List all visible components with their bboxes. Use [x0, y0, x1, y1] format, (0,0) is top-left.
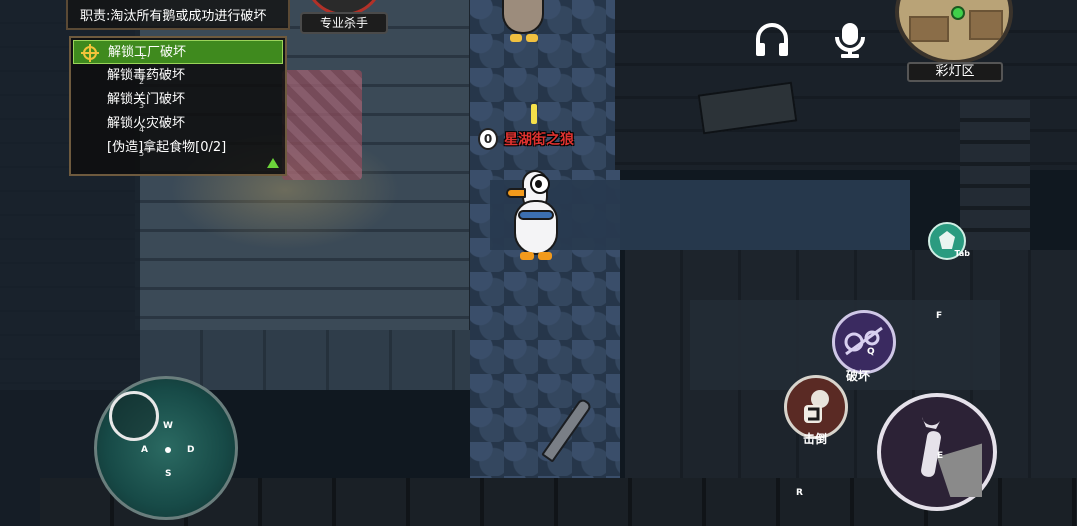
task-item[interactable]: [伪造]拿起食物[0/2] 5 — [73, 136, 283, 160]
target-icon — [81, 44, 99, 62]
role-duty-text: 职责:淘汰所有鹅或成功进行破坏 — [80, 8, 267, 24]
goose-foot — [520, 252, 534, 260]
tab-key-hint: Tab — [954, 249, 970, 258]
other-goose[interactable] — [498, 0, 548, 46]
sabotage-key-hint: Q — [867, 347, 875, 357]
other-goose-foot — [510, 34, 522, 42]
other-goose-foot — [526, 34, 538, 42]
task-label: 解锁毒药破坏 — [107, 68, 186, 83]
joystick-thumb[interactable] — [109, 391, 159, 441]
task-item[interactable]: 解锁工厂破坏 1 — [73, 40, 283, 64]
other-goose-body — [502, 0, 544, 34]
joystick-center-dot — [165, 447, 171, 453]
task-item[interactable]: 解锁火灾破坏 4 — [73, 112, 283, 136]
movement-joystick[interactable]: W A D S — [94, 376, 238, 520]
task-item[interactable]: 解锁毒药破坏 2 — [73, 64, 283, 88]
use-button[interactable]: E — [877, 393, 997, 511]
goose-eye — [530, 174, 550, 194]
minimap-room — [909, 16, 949, 42]
player-name: 星湖街之狼 — [504, 132, 574, 148]
headphones-icon[interactable] — [752, 20, 792, 60]
key-hint-up: W — [163, 421, 173, 431]
curtain — [282, 70, 362, 180]
role-info-button[interactable]: Tab — [928, 222, 970, 260]
kill-label: 击倒 — [803, 432, 828, 446]
use-key-hint: E — [937, 451, 944, 461]
location-label: 彩灯区 — [907, 62, 1003, 82]
task-item[interactable]: 解锁关门破坏 3 — [73, 88, 283, 112]
role-badge[interactable]: 专业杀手 — [300, 0, 388, 34]
triangle-up-icon[interactable] — [267, 158, 279, 168]
minimap-room — [969, 10, 1003, 40]
goose-beak — [506, 188, 526, 198]
task-number: 5 — [139, 149, 145, 158]
sabotage-button[interactable]: Q — [832, 310, 896, 374]
player-location-pin — [951, 6, 965, 20]
interact-key-hint: F — [936, 311, 943, 321]
task-list: 解锁工厂破坏 1 解锁毒药破坏 2 解锁关门破坏 3 解锁火灾破坏 4 [伪造]… — [69, 36, 287, 176]
role-badge-label: 专业杀手 — [300, 12, 388, 34]
player-nametag: 0 星湖街之狼 — [478, 128, 574, 150]
task-label: 解锁关门破坏 — [107, 92, 186, 107]
player-goose — [500, 160, 570, 265]
key-hint-down: S — [165, 469, 172, 479]
task-label: 解锁工厂破坏 — [108, 45, 187, 60]
sabotage-icon — [844, 326, 883, 356]
vote-count-icon: 0 — [478, 128, 498, 150]
key-hint-right: D — [187, 445, 195, 455]
report-key-hint: R — [796, 488, 803, 498]
task-label: [伪造]拿起食物[0/2] — [107, 140, 227, 155]
goose-foot — [538, 252, 552, 260]
key-hint-left: A — [141, 445, 148, 455]
knockdown-icon — [804, 390, 829, 423]
task-label: 解锁火灾破坏 — [107, 116, 186, 131]
role-duty-banner: 职责:淘汰所有鹅或成功进行破坏 — [66, 0, 290, 30]
goose-scarf — [518, 210, 554, 220]
goose-body — [514, 200, 558, 255]
sabotage-label: 破坏 — [846, 369, 871, 383]
microphone-icon[interactable] — [830, 20, 870, 60]
player-marker — [531, 104, 537, 124]
